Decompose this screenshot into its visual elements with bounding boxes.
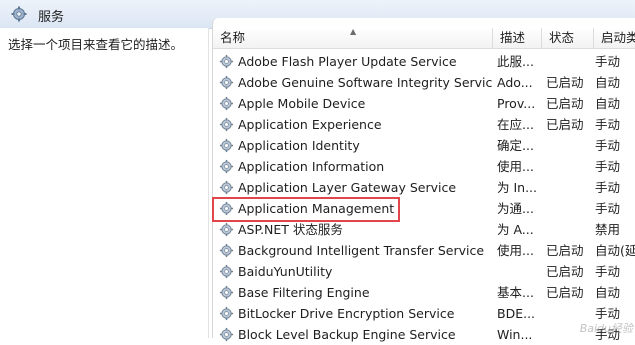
column-header-name[interactable]: 名称 ▲ bbox=[213, 28, 493, 48]
table-row[interactable]: BaiduYunUtility 已启动 手动 bbox=[213, 261, 635, 282]
column-header-status[interactable]: 状态 bbox=[542, 28, 594, 48]
service-name: Block Level Backup Engine Service bbox=[238, 327, 456, 342]
service-description: 在应... bbox=[497, 117, 534, 132]
page-title: 服务 bbox=[38, 10, 65, 25]
watermark: Baidu经验 bbox=[579, 322, 633, 335]
column-header-description-label: 描述 bbox=[500, 30, 526, 45]
service-status bbox=[546, 219, 596, 240]
service-status: 已启动 bbox=[546, 117, 584, 132]
service-status bbox=[546, 51, 596, 72]
service-startup-type: 手动 bbox=[595, 54, 621, 69]
services-gear-icon bbox=[11, 6, 27, 22]
service-status: 已启动 bbox=[546, 96, 584, 111]
table-row[interactable]: Adobe Flash Player Update Service 此服... 手动 bbox=[213, 51, 635, 72]
column-header-startup-type[interactable]: 启动类型 bbox=[594, 28, 635, 48]
service-gear-icon bbox=[219, 138, 234, 153]
table-row[interactable]: Adobe Genuine Software Integrity Service… bbox=[213, 72, 635, 93]
column-header-startup-label: 启动类型 bbox=[601, 30, 635, 45]
table-row[interactable]: Application Experience 在应... 已启动 手动 bbox=[213, 114, 635, 135]
service-description: 使用... bbox=[497, 243, 534, 258]
table-row[interactable]: Application Layer Gateway Service 为 In...… bbox=[213, 177, 635, 198]
service-startup-type: 手动 bbox=[595, 138, 621, 153]
table-body: Adobe Flash Player Update Service 此服... 手动… bbox=[213, 51, 635, 345]
service-status bbox=[546, 198, 596, 219]
service-gear-icon bbox=[219, 222, 234, 237]
sort-ascending-icon: ▲ bbox=[350, 28, 357, 36]
service-startup-type: 自动(延 bbox=[595, 243, 635, 258]
service-description: Ado... bbox=[497, 75, 533, 90]
service-gear-icon bbox=[219, 285, 234, 300]
table-row[interactable]: Base Filtering Engine 基本... 已启动 自动 bbox=[213, 282, 635, 303]
column-header-description[interactable]: 描述 bbox=[493, 28, 542, 48]
service-name: Application Experience bbox=[238, 117, 382, 132]
service-status bbox=[546, 177, 596, 198]
service-gear-icon bbox=[219, 159, 234, 174]
service-gear-icon bbox=[219, 201, 234, 216]
service-gear-icon bbox=[219, 54, 234, 69]
service-name: BaiduYunUtility bbox=[238, 264, 333, 279]
service-description: 为 In... bbox=[497, 180, 538, 195]
service-name: Adobe Flash Player Update Service bbox=[238, 54, 457, 69]
description-pane: 选择一个项目来查看它的描述。 bbox=[0, 28, 209, 338]
service-name: Application Identity bbox=[238, 138, 360, 153]
service-name: Application Management bbox=[238, 201, 395, 216]
service-gear-icon bbox=[219, 75, 234, 90]
service-status: 已启动 bbox=[546, 75, 584, 90]
service-description: 此服... bbox=[497, 54, 534, 69]
service-startup-type: 自动 bbox=[595, 285, 621, 300]
service-description: 为 A... bbox=[497, 222, 534, 237]
table-row[interactable]: Application Identity 确定... 手动 bbox=[213, 135, 635, 156]
service-description bbox=[497, 261, 543, 282]
service-name: Apple Mobile Device bbox=[238, 96, 366, 111]
table-row[interactable]: Application Information 使用... 手动 bbox=[213, 156, 635, 177]
service-description: 使用... bbox=[497, 159, 534, 174]
service-startup-type: 手动 bbox=[595, 180, 621, 195]
service-status bbox=[546, 156, 596, 177]
service-gear-icon bbox=[219, 243, 234, 258]
table-row[interactable]: Application Management 为通... 手动 bbox=[213, 198, 635, 219]
service-description: Prov... bbox=[497, 96, 536, 111]
service-startup-type: 禁用 bbox=[595, 222, 621, 237]
column-header-name-label: 名称 bbox=[220, 30, 246, 45]
table-row[interactable]: Apple Mobile Device Prov... 已启动 自动 bbox=[213, 93, 635, 114]
service-description: 为通... bbox=[497, 201, 534, 216]
service-status: 已启动 bbox=[546, 264, 584, 279]
service-description: Win... bbox=[497, 327, 533, 342]
service-gear-icon bbox=[219, 264, 234, 279]
service-status: 已启动 bbox=[546, 285, 584, 300]
service-gear-icon bbox=[219, 180, 234, 195]
service-startup-type: 手动 bbox=[595, 201, 621, 216]
service-status bbox=[546, 135, 596, 156]
service-description: BDE... bbox=[497, 306, 536, 321]
table-row[interactable]: ASP.NET 状态服务 为 A... 禁用 bbox=[213, 219, 635, 240]
service-description: 确定... bbox=[497, 138, 534, 153]
service-description: 基本... bbox=[497, 285, 534, 300]
service-name: Application Layer Gateway Service bbox=[238, 180, 457, 195]
service-name: Adobe Genuine Software Integrity Service bbox=[238, 75, 493, 90]
service-gear-icon bbox=[219, 117, 234, 132]
service-gear-icon bbox=[219, 327, 234, 342]
service-name: Application Information bbox=[238, 159, 385, 174]
description-text: 选择一个项目来查看它的描述。 bbox=[8, 37, 184, 52]
service-gear-icon bbox=[219, 96, 234, 111]
service-startup-type: 手动 bbox=[595, 117, 621, 132]
table-header: 名称 ▲ 描述 状态 启动类型 bbox=[213, 28, 635, 49]
column-header-status-label: 状态 bbox=[549, 30, 575, 45]
table-row[interactable]: BitLocker Drive Encryption Service BDE...… bbox=[213, 303, 635, 324]
service-gear-icon bbox=[219, 306, 234, 321]
service-status: 已启动 bbox=[546, 243, 584, 258]
table-row[interactable]: Background Intelligent Transfer Service 使… bbox=[213, 240, 635, 261]
services-table: 名称 ▲ 描述 状态 启动类型 Adobe Flash Player Updat… bbox=[212, 18, 635, 342]
service-name: ASP.NET 状态服务 bbox=[238, 222, 343, 237]
service-name: BitLocker Drive Encryption Service bbox=[238, 306, 455, 321]
service-startup-type: 自动 bbox=[595, 75, 621, 90]
service-startup-type: 自动 bbox=[595, 96, 621, 111]
service-startup-type: 手动 bbox=[595, 264, 621, 279]
service-name: Base Filtering Engine bbox=[238, 285, 370, 300]
service-startup-type: 手动 bbox=[595, 159, 621, 174]
service-name: Background Intelligent Transfer Service bbox=[238, 243, 485, 258]
table-row[interactable]: Block Level Backup Engine Service Win... 手… bbox=[213, 324, 635, 345]
